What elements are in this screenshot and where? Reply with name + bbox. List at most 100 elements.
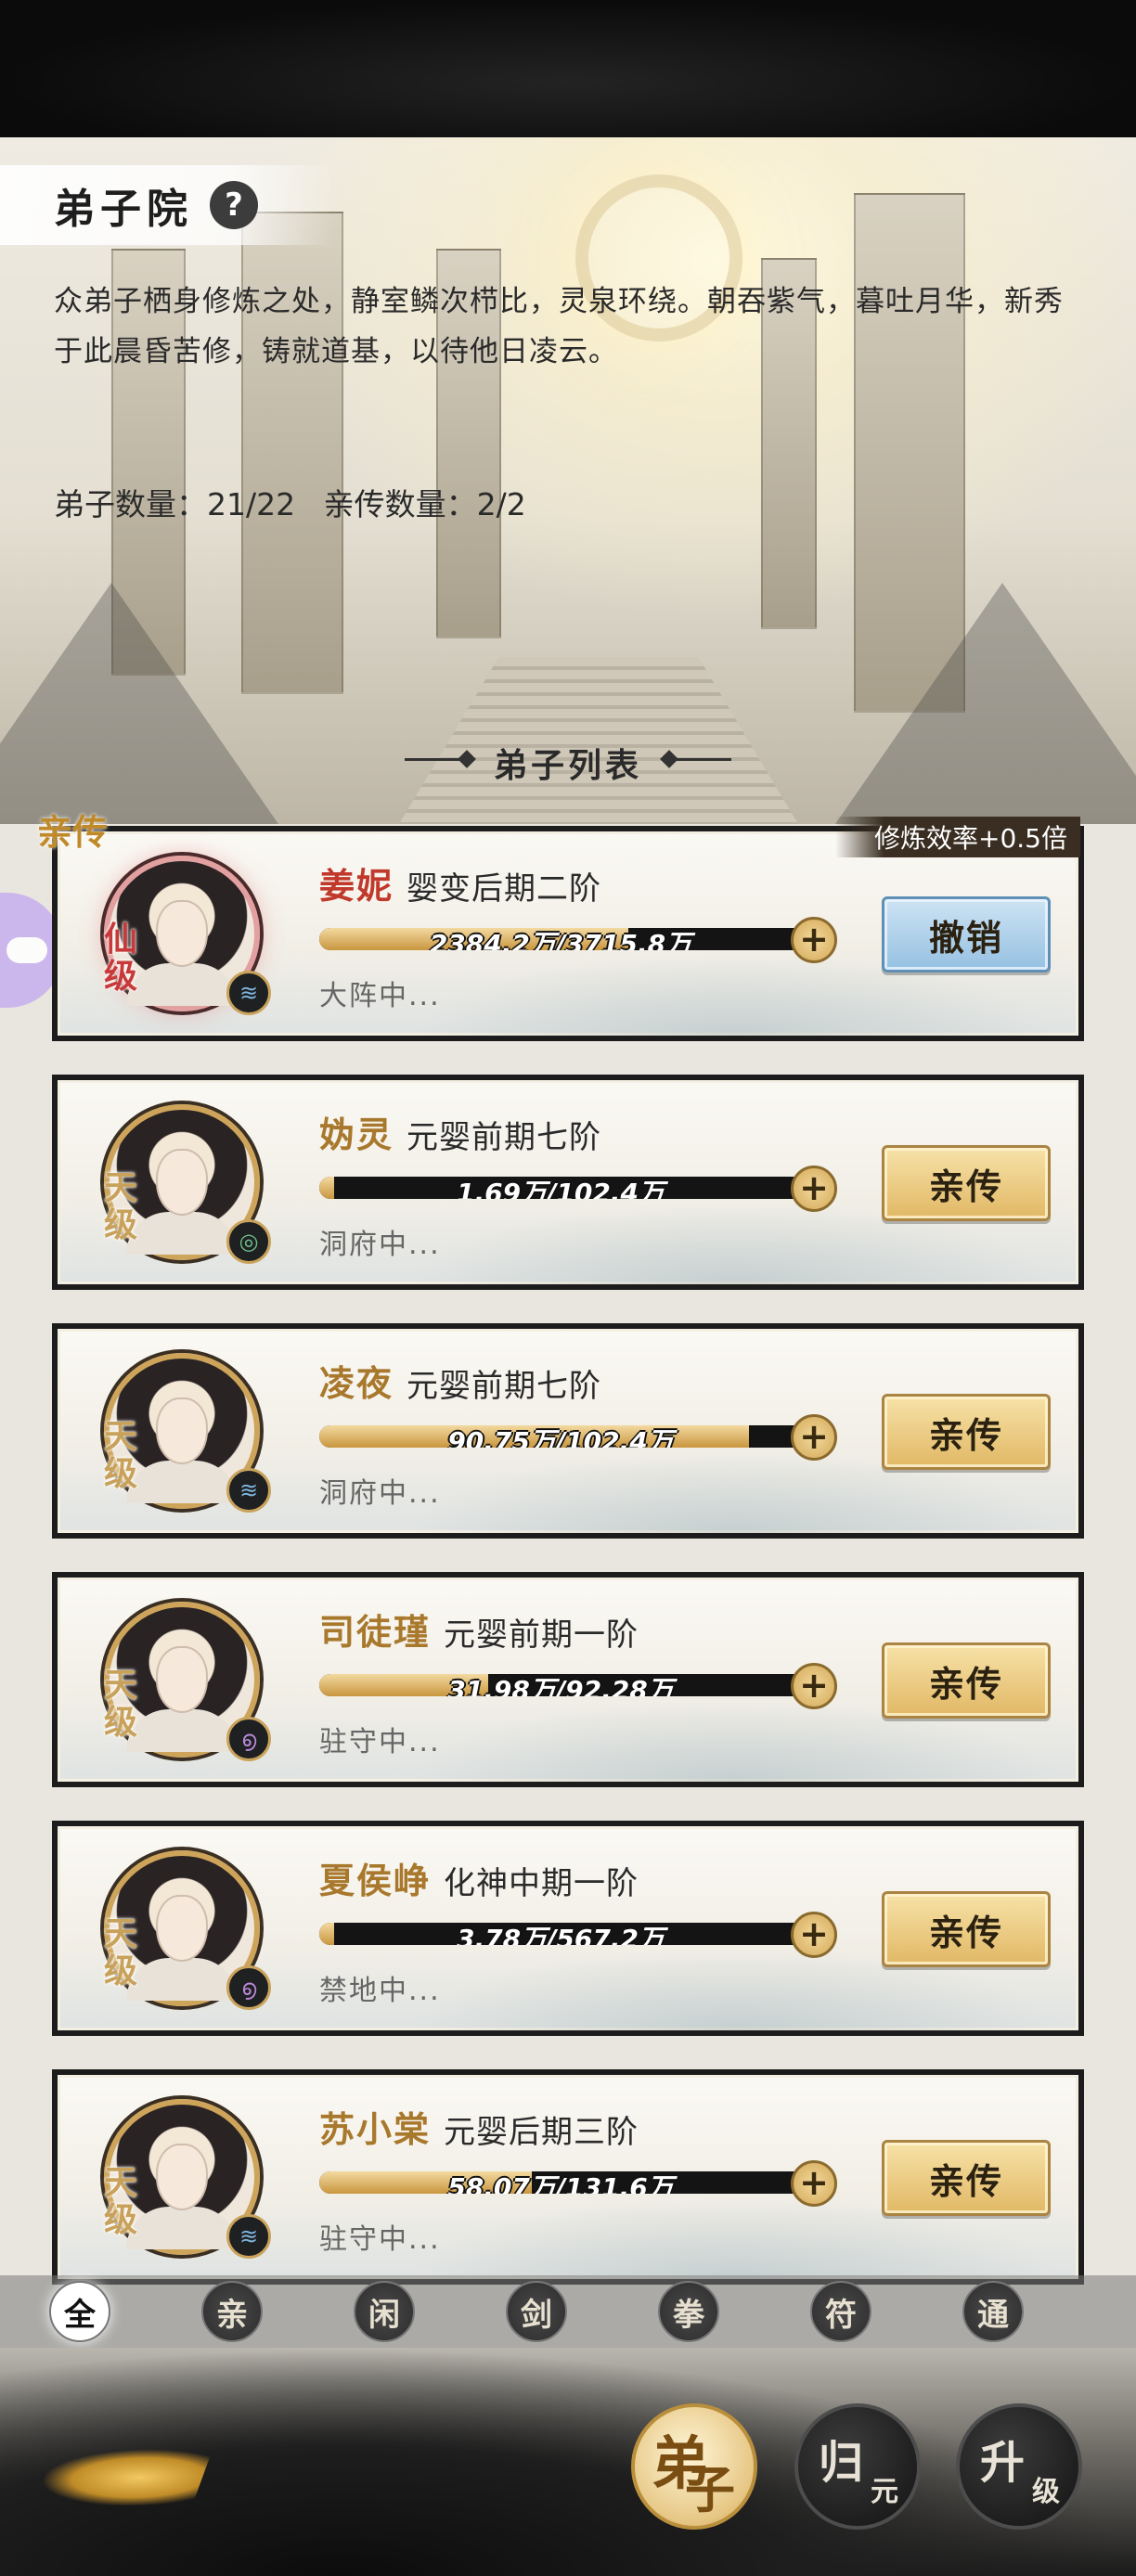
top-banner xyxy=(0,0,1136,137)
add-cultivation-button[interactable]: + xyxy=(791,1663,837,1709)
add-cultivation-button[interactable]: + xyxy=(791,917,837,963)
help-icon[interactable]: ? xyxy=(210,181,258,229)
revoke-button[interactable]: 撤销 xyxy=(882,896,1051,972)
page-title: 弟子院 xyxy=(54,186,193,233)
nav-label-main: 归 xyxy=(819,2437,864,2489)
disciple-name: 姜妮 xyxy=(319,866,394,907)
disciple-card[interactable]: 天级 ≋ 凌夜 元婴前期七阶 90.75万/102.4万 + 洞府中... 亲传 xyxy=(52,1323,1084,1539)
list-title-text: 弟子列表 xyxy=(493,746,642,785)
cultivation-progress-bar: 1.69万/102.4万 xyxy=(319,1177,802,1199)
add-cultivation-button[interactable]: + xyxy=(791,1912,837,1958)
make-direct-button[interactable]: 亲传 xyxy=(882,2140,1051,2216)
grade-label: 天级 xyxy=(104,2163,138,2239)
water-element-icon: ≋ xyxy=(226,2214,271,2259)
disciple-location: 大阵中... xyxy=(319,980,441,1012)
add-cultivation-button[interactable]: + xyxy=(791,1414,837,1461)
filter-button[interactable]: 拳 xyxy=(658,2281,719,2342)
cultivation-progress-bar: 90.75万/102.4万 xyxy=(319,1425,802,1448)
spirit-element-icon: ൭ xyxy=(226,1717,271,1761)
disciple-card[interactable]: 天级 ◎ 妫灵 元婴前期七阶 1.69万/102.4万 + 洞府中... 亲传 xyxy=(52,1075,1084,1290)
disciple-card[interactable]: 天级 ൭ 司徒瑾 元婴前期一阶 31.98万/92.28万 + 驻守中... 亲… xyxy=(52,1572,1084,1787)
nav-label-sub: 子 xyxy=(685,2460,735,2519)
nav-disciples-button[interactable]: 弟 子 xyxy=(631,2403,757,2530)
disciple-realm: 化神中期一阶 xyxy=(444,1865,639,1902)
avatar-body xyxy=(126,1958,238,2001)
avatar-face xyxy=(156,1646,208,1713)
page-description: 众弟子栖身修炼之处，静室鳞次栉比，灵泉环绕。朝吞紫气，暮吐月华，新秀于此晨昏苦修… xyxy=(54,285,1064,368)
add-cultivation-button[interactable]: + xyxy=(791,1166,837,1212)
make-direct-button[interactable]: 亲传 xyxy=(882,1394,1051,1470)
gamepad-icon xyxy=(6,937,47,963)
disciple-location: 禁地中... xyxy=(319,1975,441,2007)
progress-text: 31.98万/92.28万 xyxy=(447,1675,674,1696)
progress-text: 1.69万/102.4万 xyxy=(457,1178,665,1199)
avatar-body xyxy=(126,963,238,1006)
filter-button[interactable]: 剑 xyxy=(506,2281,567,2342)
grade-label: 天级 xyxy=(104,1417,138,1493)
disciple-card[interactable]: 仙级 ≋ 姜妮 婴变后期二阶 2384.2万/3715.8万 + 大阵中... … xyxy=(52,826,1084,1041)
filter-button[interactable]: 全 xyxy=(49,2281,110,2342)
avatar-face xyxy=(156,1149,208,1216)
avatar-body xyxy=(126,1461,238,1503)
cultivation-progress-bar: 31.98万/92.28万 xyxy=(319,1674,802,1696)
ornament-left-icon xyxy=(404,758,470,767)
progress-text: 58.07万/131.6万 xyxy=(447,2172,674,2194)
avatar-face xyxy=(156,900,208,967)
golden-cloud-icon xyxy=(34,2450,213,2505)
direct-disciple-tag: 亲传 xyxy=(37,811,109,853)
nav-label-main: 升 xyxy=(980,2437,1026,2489)
filter-button[interactable]: 亲 xyxy=(201,2281,263,2342)
filter-bar: 全亲闲剑拳符通 xyxy=(0,2275,1136,2348)
filter-button[interactable]: 闲 xyxy=(354,2281,415,2342)
water-element-icon: ≋ xyxy=(226,1468,271,1513)
disciple-location: 驻守中... xyxy=(319,2223,441,2256)
disciple-location: 洞府中... xyxy=(319,1477,441,1510)
disciple-realm: 元婴前期一阶 xyxy=(444,1616,639,1654)
disciple-realm: 元婴前期七阶 xyxy=(407,1368,601,1405)
make-direct-button[interactable]: 亲传 xyxy=(882,1145,1051,1221)
make-direct-button[interactable]: 亲传 xyxy=(882,1891,1051,1967)
disciple-name: 夏侯峥 xyxy=(319,1861,432,1901)
grade-label: 天级 xyxy=(104,1914,138,1990)
page-title-tab: 弟子院 ? xyxy=(0,165,334,245)
disciple-name: 苏小棠 xyxy=(319,2109,432,2150)
progress-text: 90.75万/102.4万 xyxy=(447,1426,674,1448)
disciple-realm: 元婴后期三阶 xyxy=(444,2114,639,2151)
wind-element-icon: ◎ xyxy=(226,1219,271,1264)
counts-row: 弟子数量：21/22 亲传数量：2/2 xyxy=(54,480,545,524)
avatar-face xyxy=(156,2144,208,2210)
list-title: 弟子列表 xyxy=(0,735,1136,791)
disciple-card[interactable]: 天级 ൭ 夏侯峥 化神中期一阶 3.78万/567.2万 + 禁地中... 亲传 xyxy=(52,1821,1084,2036)
progress-text: 2384.2万/3715.8万 xyxy=(429,929,692,950)
cultivation-progress-bar: 2384.2万/3715.8万 xyxy=(319,928,802,950)
avatar-body xyxy=(126,1212,238,1255)
grade-label: 天级 xyxy=(104,1666,138,1742)
disciple-count: 弟子数量：21/22 xyxy=(54,486,296,522)
direct-count: 亲传数量：2/2 xyxy=(323,486,526,522)
nav-upgrade-button[interactable]: 升 级 xyxy=(956,2403,1082,2530)
disciple-name: 妫灵 xyxy=(319,1114,394,1155)
disciple-location: 驻守中... xyxy=(319,1726,441,1758)
cultivation-progress-bar: 3.78万/567.2万 xyxy=(319,1923,802,1945)
efficiency-badge: 修炼效率+0.5倍 xyxy=(835,817,1080,857)
make-direct-button[interactable]: 亲传 xyxy=(882,1642,1051,1719)
disciple-name: 司徒瑾 xyxy=(319,1612,432,1653)
disciple-location: 洞府中... xyxy=(319,1229,441,1261)
avatar-face xyxy=(156,1397,208,1464)
avatar-body xyxy=(126,1709,238,1752)
efficiency-badge-text: 修炼效率+0.5倍 xyxy=(874,823,1067,854)
filter-button[interactable]: 符 xyxy=(810,2281,871,2342)
ornament-right-icon xyxy=(666,758,731,767)
progress-text: 3.78万/567.2万 xyxy=(457,1924,665,1945)
disciple-realm: 元婴前期七阶 xyxy=(407,1119,601,1156)
cultivation-progress-bar: 58.07万/131.6万 xyxy=(319,2171,802,2194)
add-cultivation-button[interactable]: + xyxy=(791,2160,837,2207)
disciple-card[interactable]: 天级 ≋ 苏小棠 元婴后期三阶 58.07万/131.6万 + 驻守中... 亲… xyxy=(52,2069,1084,2285)
avatar-face xyxy=(156,1895,208,1962)
nav-label-sub: 元 xyxy=(871,2476,898,2508)
water-element-icon: ≋ xyxy=(226,971,271,1015)
nav-return-button[interactable]: 归 元 xyxy=(794,2403,921,2530)
disciple-realm: 婴变后期二阶 xyxy=(407,870,601,908)
filter-button[interactable]: 通 xyxy=(962,2281,1024,2342)
grade-label: 天级 xyxy=(104,1168,138,1244)
